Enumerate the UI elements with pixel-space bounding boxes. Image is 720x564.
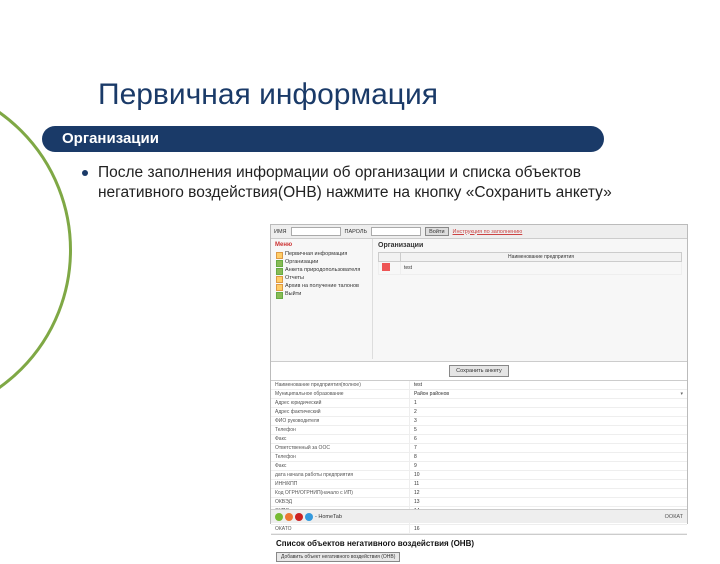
form-row: ИНН/КПП11	[271, 480, 687, 489]
form-input[interactable]: 11	[409, 480, 687, 488]
col-icon	[379, 253, 401, 262]
form-label: дата начала работы предприятия	[271, 472, 409, 478]
form-row: дата начала работы предприятия10	[271, 471, 687, 480]
form-input[interactable]: 12	[409, 489, 687, 497]
app-login-bar: ИМЯ ПАРОЛЬ Войти Инструкция по заполнени…	[271, 225, 687, 239]
form-label: Факс	[271, 436, 409, 442]
add-onv-button[interactable]: Добавить объект негативного воздействия …	[276, 552, 400, 562]
form-row: Телефон5	[271, 426, 687, 435]
embedded-screenshot: ИМЯ ПАРОЛЬ Войти Инструкция по заполнени…	[270, 224, 688, 524]
form-row: ФИО руководителя3	[271, 417, 687, 426]
form-row: Факс9	[271, 462, 687, 471]
form-label: Факс	[271, 463, 409, 469]
menu-title: Меню	[275, 242, 368, 248]
form-input[interactable]: test	[409, 381, 687, 389]
subtitle-text: Организации	[62, 130, 159, 147]
browser-icon	[285, 513, 293, 521]
password-label: ПАРОЛЬ	[345, 229, 368, 235]
form-input[interactable]: 13	[409, 498, 687, 506]
form-input[interactable]: 2	[409, 408, 687, 416]
form-label: Наименование предприятия(полное)	[271, 382, 409, 388]
menu-item[interactable]: Отчеты	[275, 274, 368, 282]
form-input[interactable]: 1	[409, 399, 687, 407]
menu-item[interactable]: Выйти	[275, 290, 368, 298]
form-label: Муниципальное образование	[271, 391, 409, 397]
form-input[interactable]: 8	[409, 453, 687, 461]
form-label: Адрес фактический	[271, 409, 409, 415]
form-label: ОКАТО	[271, 526, 409, 532]
form-input[interactable]: 9	[409, 462, 687, 470]
slide-title: Первичная информация	[98, 78, 438, 112]
table-row[interactable]: test	[379, 262, 682, 275]
form-label: Адрес юридический	[271, 400, 409, 406]
browser-icon	[295, 513, 303, 521]
bullet-dot-icon	[82, 170, 88, 176]
instruction-link[interactable]: Инструкция по заполнению	[453, 229, 523, 235]
login-input[interactable]	[291, 227, 341, 236]
form-row: Адрес фактический2	[271, 408, 687, 417]
form-row: Телефон8	[271, 453, 687, 462]
form-input[interactable]: 7	[409, 444, 687, 452]
menu-item[interactable]: Первичная информация	[275, 250, 368, 258]
col-name: Наименование предприятия	[401, 253, 682, 262]
form-row: Наименование предприятия(полное)test	[271, 381, 687, 390]
form-row: ОКВЭД13	[271, 498, 687, 507]
footer-tab-label: - HomeTab	[315, 514, 342, 520]
menu-item[interactable]: Организации	[275, 258, 368, 266]
form-input[interactable]: 5	[409, 426, 687, 434]
form-row: Адрес юридический1	[271, 399, 687, 408]
form-row: Муниципальное образованиеРайон районов	[271, 390, 687, 399]
form-label: Телефон	[271, 454, 409, 460]
browser-icon	[305, 513, 313, 521]
footer-right-label: ООКАТ	[665, 514, 683, 520]
row-name: test	[401, 262, 682, 275]
form-label: Телефон	[271, 427, 409, 433]
form-label: Код ОГРН/ОГРНИП(начало с ИП)	[271, 490, 409, 496]
form-input[interactable]: 3	[409, 417, 687, 425]
form-input[interactable]: 16	[409, 525, 687, 533]
form-label: Ответственный за ООС	[271, 445, 409, 451]
save-bar: Сохранить анкету	[271, 361, 687, 381]
form-row: ОКАТО16	[271, 525, 687, 534]
onv-section-title: Список объектов негативного воздействия …	[271, 534, 687, 550]
login-button[interactable]: Войти	[425, 227, 448, 236]
content-title: Организации	[378, 242, 682, 249]
password-input[interactable]	[371, 227, 421, 236]
org-table: Наименование предприятия test	[378, 252, 682, 275]
form-input[interactable]: 6	[409, 435, 687, 443]
form-label: ОКВЭД	[271, 499, 409, 505]
form-row: Код ОГРН/ОГРНИП(начало с ИП)12	[271, 489, 687, 498]
form-input[interactable]: 10	[409, 471, 687, 479]
save-button[interactable]: Сохранить анкету	[449, 365, 509, 377]
subtitle-bar: Организации	[42, 126, 604, 152]
browser-icon	[275, 513, 283, 521]
form-label: ИНН/КПП	[271, 481, 409, 487]
form-row: Ответственный за ООС7	[271, 444, 687, 453]
form-row: Факс6	[271, 435, 687, 444]
app-footer: - HomeTab ООКАТ	[271, 509, 687, 523]
form-select[interactable]: Район районов	[409, 390, 687, 398]
bullet-text: После заполнения информации об организац…	[98, 163, 660, 203]
row-icon	[382, 263, 390, 271]
sidebar-menu: Меню Первичная информация Организации Ан…	[271, 239, 373, 359]
login-label: ИМЯ	[274, 229, 287, 235]
bullet-item: После заполнения информации об организац…	[82, 163, 660, 203]
menu-item[interactable]: Архив на получение талонов	[275, 282, 368, 290]
form-label: ФИО руководителя	[271, 418, 409, 424]
menu-item[interactable]: Анкета природопользователя	[275, 266, 368, 274]
